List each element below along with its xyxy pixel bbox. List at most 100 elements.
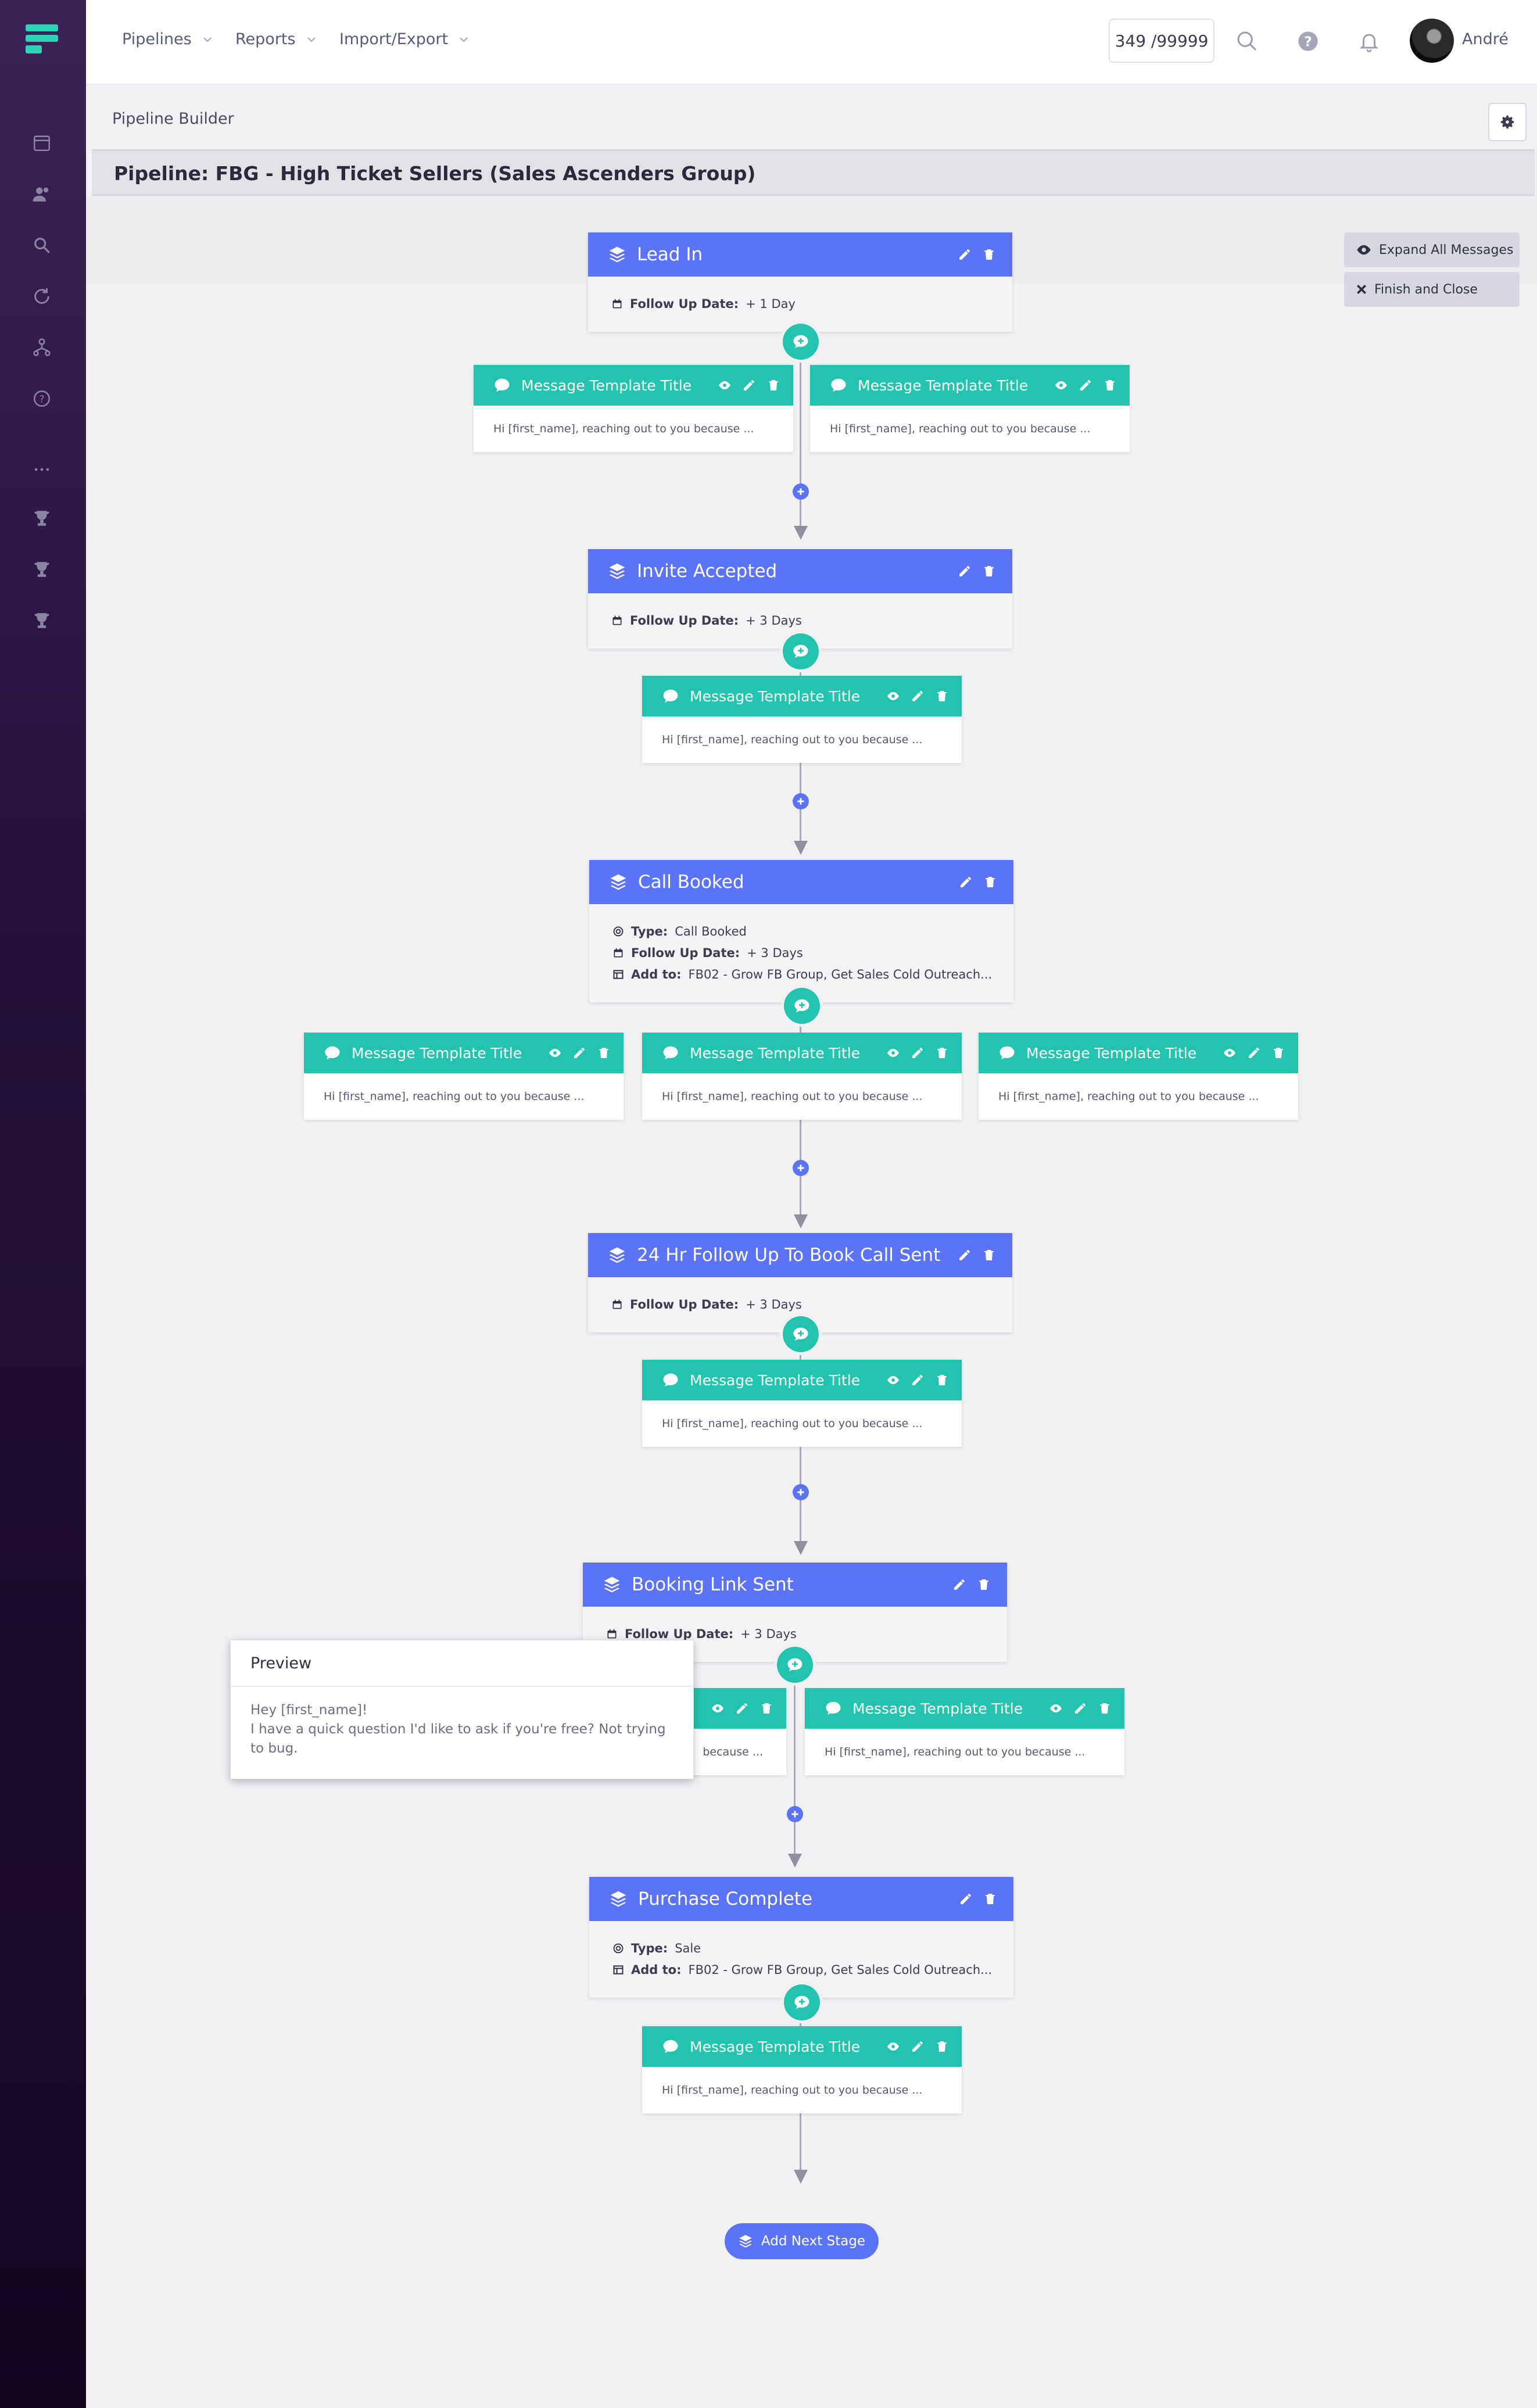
trash-icon[interactable]	[982, 248, 996, 261]
add-message-button[interactable]	[787, 1806, 803, 1822]
nav-import-export[interactable]: Import/Export	[339, 30, 469, 48]
message-header: Message Template Title	[474, 365, 793, 406]
add-message-button[interactable]	[793, 1160, 809, 1176]
message-header: Message Template Title	[642, 1360, 962, 1400]
add-message-node[interactable]	[784, 1984, 820, 2020]
preview-line: Hey [first_name]!	[250, 1703, 368, 1718]
nav-pipelines[interactable]: Pipelines	[122, 30, 213, 48]
search-icon[interactable]	[1234, 28, 1260, 55]
eye-icon[interactable]	[1054, 380, 1068, 390]
trophy-icon[interactable]	[29, 506, 55, 531]
trash-icon[interactable]	[766, 378, 780, 392]
search-icon[interactable]	[29, 232, 55, 258]
pencil-icon[interactable]	[958, 564, 972, 578]
pencil-icon[interactable]	[958, 1248, 972, 1262]
pencil-icon[interactable]	[952, 1578, 966, 1592]
calendar-icon[interactable]	[29, 130, 55, 156]
add-message-node[interactable]	[783, 324, 819, 360]
stage-header: Invite Accepted	[588, 549, 1012, 593]
add-message-button[interactable]	[793, 793, 809, 809]
trash-icon[interactable]	[935, 2040, 949, 2054]
message-card[interactable]: Message Template Title Hi [first_name], …	[642, 676, 962, 763]
finish-and-close-button[interactable]: Finish and Close	[1344, 272, 1520, 307]
message-card[interactable]: Message Template Title Hi [first_name], …	[304, 1033, 624, 1120]
eye-icon[interactable]	[1049, 1703, 1063, 1714]
message-card[interactable]: Message Template Title Hi [first_name], …	[805, 1688, 1124, 1775]
message-card[interactable]: Message Template Title Hi [first_name], …	[810, 365, 1130, 452]
message-header: Message Template Title	[642, 1033, 962, 1073]
stage-card[interactable]: Call Booked Type: Call Booked Follow Up …	[589, 860, 1013, 1002]
trash-icon[interactable]	[1103, 378, 1117, 392]
trophy-icon[interactable]	[29, 608, 55, 633]
trash-icon[interactable]	[935, 689, 949, 703]
trash-icon[interactable]	[982, 1248, 996, 1262]
add-message-node[interactable]	[783, 633, 819, 669]
stage-card[interactable]: Purchase Complete Type: Sale Add to: FB0…	[589, 1877, 1013, 1998]
eye-icon[interactable]	[886, 1375, 900, 1385]
users-icon[interactable]	[29, 181, 55, 207]
pencil-icon[interactable]	[911, 1046, 925, 1060]
bell-icon[interactable]	[1356, 28, 1382, 55]
user-name[interactable]: André	[1462, 30, 1509, 48]
message-card[interactable]: Message Template Title Hi [first_name], …	[642, 1033, 962, 1120]
add-message-button[interactable]	[793, 1484, 809, 1500]
trash-icon[interactable]	[982, 564, 996, 578]
message-preview-popover: Preview Hey [first_name]! I have a quick…	[230, 1640, 694, 1779]
pencil-icon[interactable]	[1073, 1701, 1087, 1715]
nav-reports[interactable]: Reports	[235, 30, 317, 48]
pencil-icon[interactable]	[742, 378, 756, 392]
trash-icon[interactable]	[935, 1046, 949, 1060]
chevron-down-icon	[307, 37, 316, 42]
eye-icon[interactable]	[1223, 1048, 1237, 1058]
trash-icon[interactable]	[983, 1892, 997, 1906]
pencil-icon[interactable]	[1079, 378, 1092, 392]
avatar[interactable]	[1410, 19, 1454, 63]
help-icon[interactable]: ?	[1295, 28, 1321, 55]
refresh-icon[interactable]	[29, 284, 55, 309]
eye-icon[interactable]	[711, 1703, 725, 1714]
stage-header: Booking Link Sent	[583, 1563, 1007, 1607]
eye-icon[interactable]	[718, 380, 732, 390]
settings-button[interactable]	[1488, 103, 1527, 141]
pencil-icon[interactable]	[572, 1046, 586, 1060]
eye-icon[interactable]	[886, 691, 900, 701]
add-message-button[interactable]	[793, 483, 809, 500]
more-icon[interactable]	[29, 457, 55, 482]
chat-plus-icon	[794, 999, 809, 1013]
pencil-icon[interactable]	[959, 1892, 973, 1906]
pencil-icon[interactable]	[958, 248, 972, 261]
message-card[interactable]: Message Template Title Hi [first_name], …	[979, 1033, 1298, 1120]
pencil-icon[interactable]	[911, 1373, 925, 1387]
eye-icon[interactable]	[548, 1048, 562, 1058]
follow-up-label: Follow Up Date:	[630, 613, 739, 628]
pencil-icon[interactable]	[1247, 1046, 1261, 1060]
trash-icon[interactable]	[597, 1046, 611, 1060]
message-card[interactable]: Message Template Title Hi [first_name], …	[474, 365, 793, 452]
pencil-icon[interactable]	[911, 2040, 925, 2054]
message-card[interactable]: Message Template Title Hi [first_name], …	[642, 2026, 962, 2113]
trash-icon[interactable]	[1098, 1701, 1112, 1715]
hierarchy-icon[interactable]	[29, 335, 55, 360]
stage-card[interactable]: Lead In Follow Up Date: + 1 Day	[588, 232, 1012, 332]
add-message-node[interactable]	[777, 1647, 813, 1683]
add-next-stage-button[interactable]: Add Next Stage	[725, 2223, 879, 2259]
expand-all-messages-button[interactable]: Expand All Messages	[1344, 232, 1520, 267]
pencil-icon[interactable]	[735, 1701, 749, 1715]
trash-icon[interactable]	[983, 875, 997, 889]
calendar-icon	[612, 615, 622, 625]
layers-icon	[604, 1576, 620, 1593]
help-icon[interactable]: ?	[29, 386, 55, 411]
app-logo[interactable]	[26, 24, 58, 53]
add-message-node[interactable]	[783, 1316, 819, 1352]
trash-icon[interactable]	[935, 1373, 949, 1387]
add-message-node[interactable]	[784, 988, 820, 1024]
eye-icon[interactable]	[886, 2041, 900, 2052]
trash-icon[interactable]	[759, 1701, 773, 1715]
eye-icon[interactable]	[886, 1048, 900, 1058]
trash-icon[interactable]	[977, 1578, 991, 1592]
trophy-icon[interactable]	[29, 557, 55, 582]
pencil-icon[interactable]	[959, 875, 973, 889]
message-card[interactable]: Message Template Title Hi [first_name], …	[642, 1360, 962, 1447]
trash-icon[interactable]	[1271, 1046, 1285, 1060]
pencil-icon[interactable]	[911, 689, 925, 703]
